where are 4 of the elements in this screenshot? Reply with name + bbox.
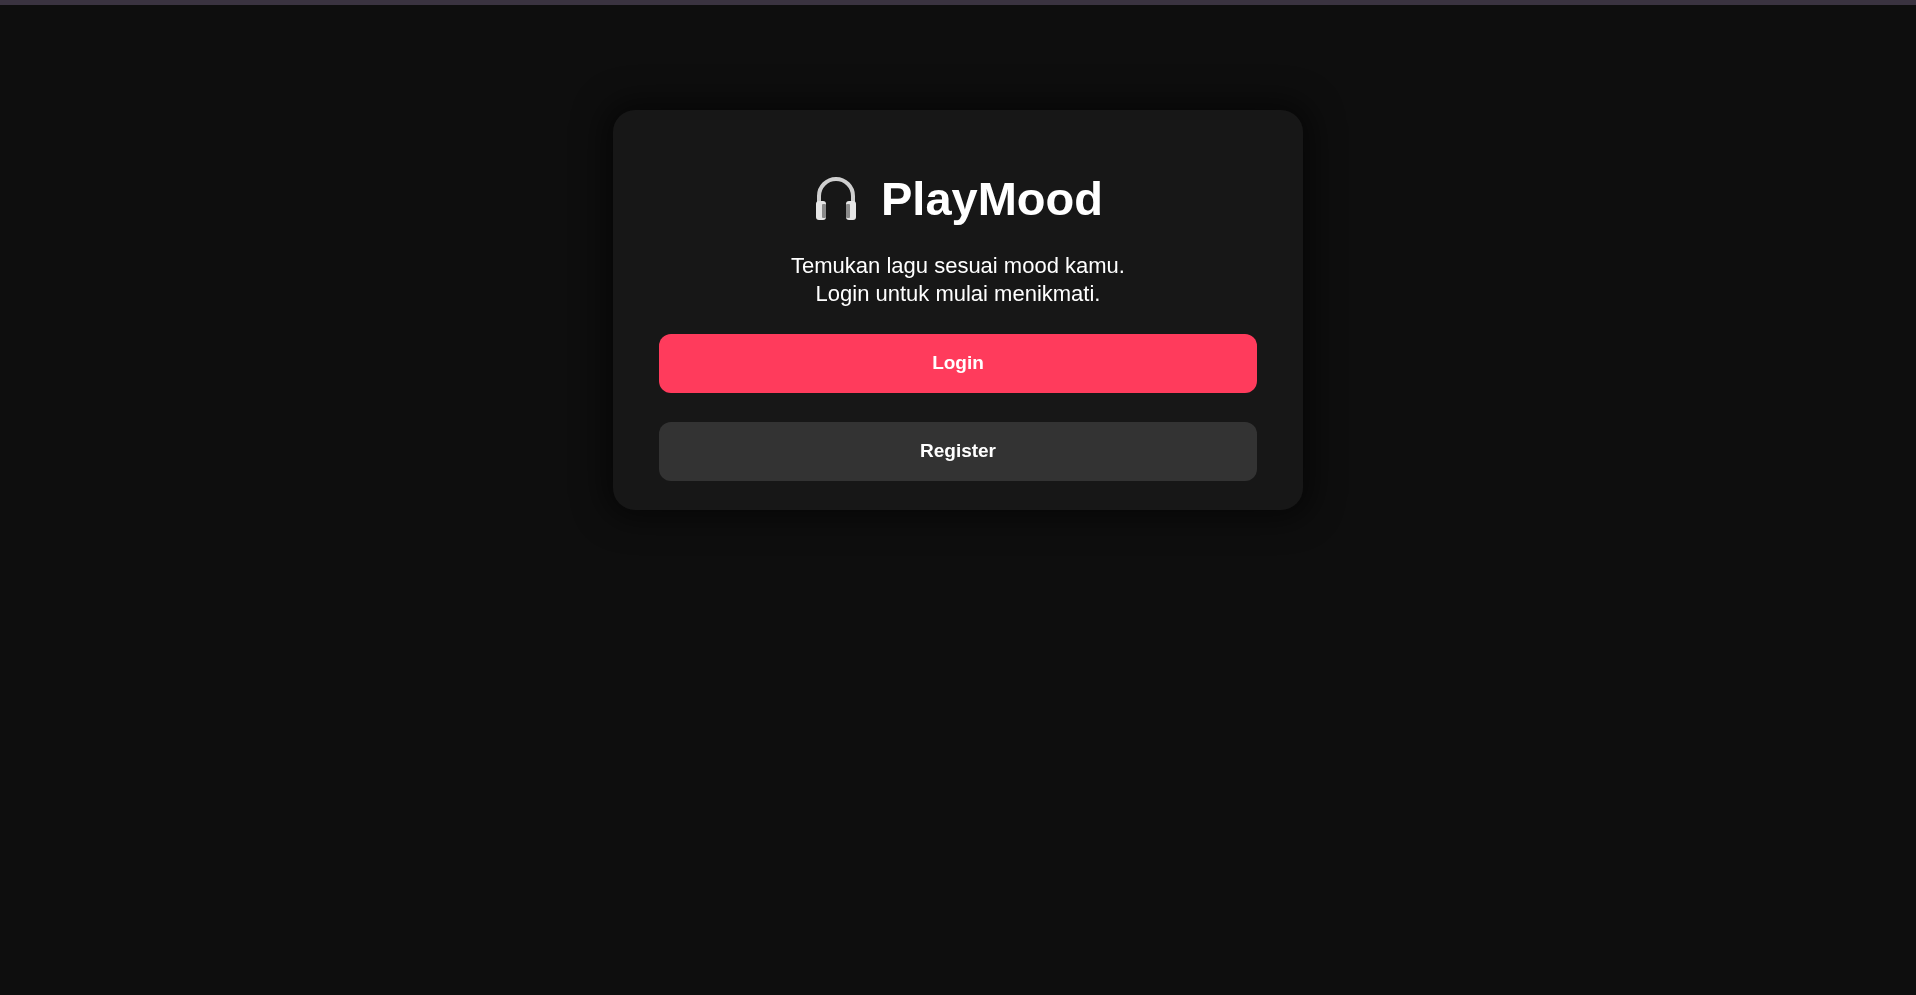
- tagline-text: Login untuk mulai menikmati.: [815, 280, 1101, 308]
- headphones-icon: [813, 174, 859, 222]
- tagline-text: Temukan lagu sesuai mood kamu.: [791, 252, 1125, 280]
- register-button[interactable]: Register: [659, 422, 1257, 481]
